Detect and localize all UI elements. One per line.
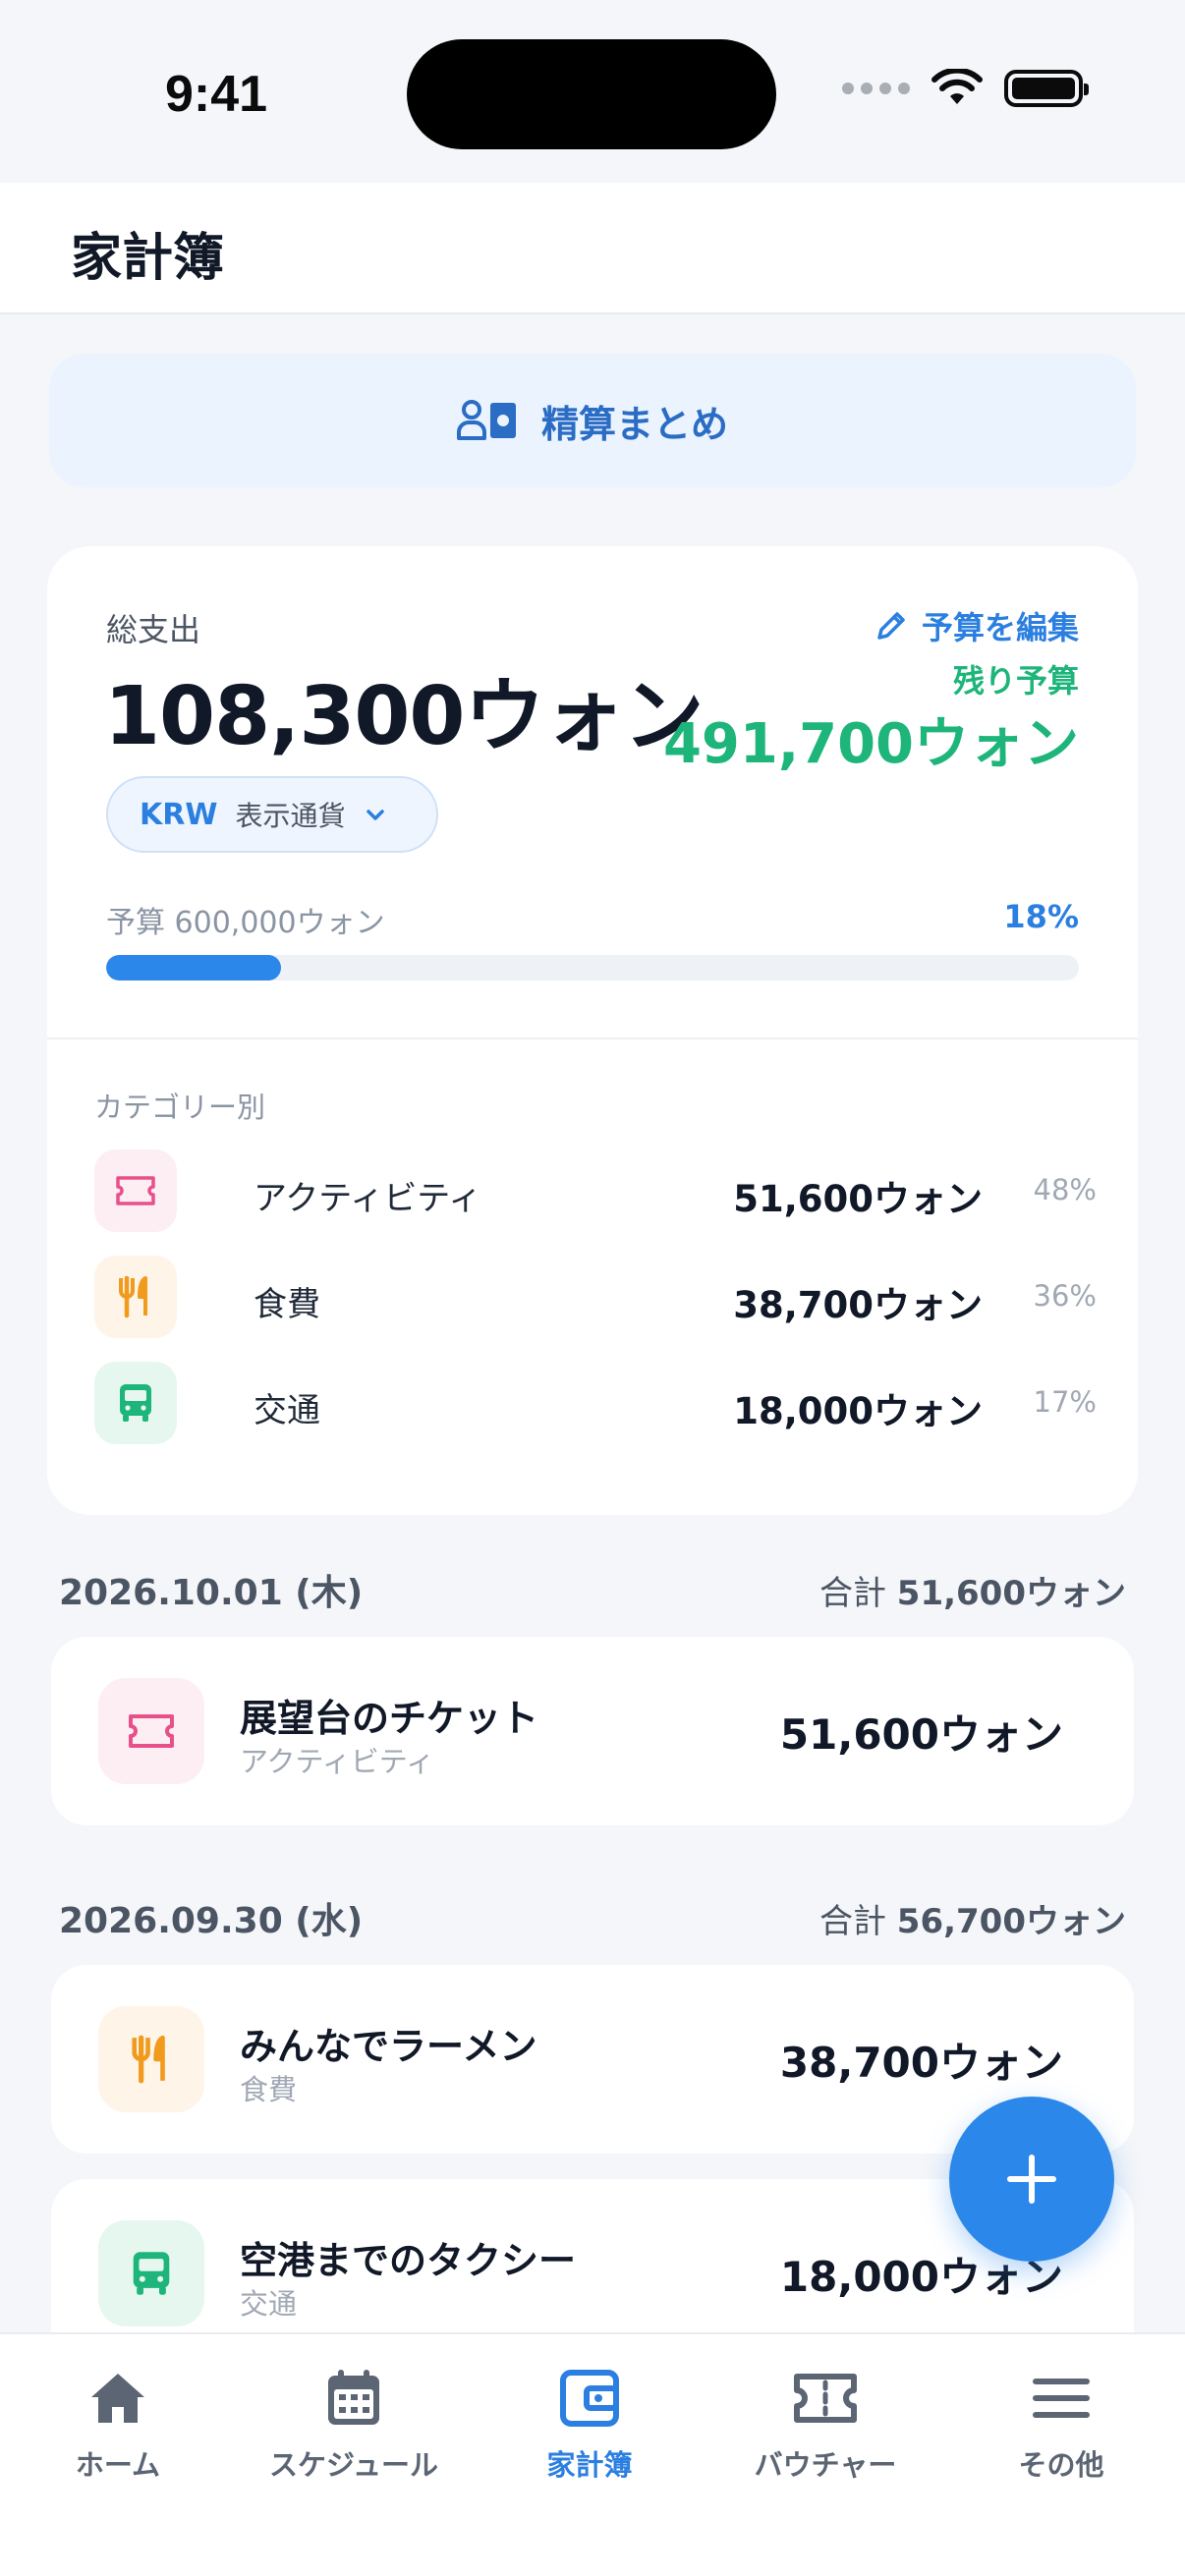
fork-knife-icon [94, 1256, 177, 1338]
edit-budget-button[interactable]: 予算を編集 [875, 603, 1079, 648]
tab-label: バウチャー [754, 2448, 897, 2482]
edit-budget-label: 予算を編集 [921, 609, 1079, 646]
category-name: 食費 [254, 1285, 320, 1324]
people-money-icon [456, 400, 516, 440]
day-total-value: 51,600ウォン [896, 1574, 1126, 1613]
category-name: アクティビティ [254, 1179, 482, 1218]
transaction-category: 交通 [240, 2287, 298, 2321]
settlement-summary-button[interactable]: 精算まとめ [49, 354, 1136, 487]
day-total: 合計 56,700ウォン [819, 1894, 1126, 1942]
budget-summary-card: 総支出 108,300ウォン 予算を編集 残り予算 491,700ウォン KRW… [47, 546, 1138, 1515]
budget-total-label: 予算 600,000ウォン [106, 906, 385, 940]
budget-percent: 18% [1003, 898, 1079, 935]
tab-budget[interactable]: 家計簿 [472, 2364, 707, 2484]
category-amount: 51,600ウォン [733, 1178, 983, 1220]
currency-code: KRW [140, 797, 218, 832]
remaining-budget-label: 残り予算 [952, 662, 1079, 700]
day-total-value: 56,700ウォン [896, 1902, 1126, 1941]
battery-icon [1004, 70, 1089, 107]
transaction-amount: 51,600ウォン [779, 1710, 1063, 1759]
display-currency-select[interactable]: KRW 表示通貨 [106, 776, 438, 853]
app-header: 家計簿 [0, 183, 1185, 314]
budget-progress-bar [106, 955, 1079, 980]
category-heading: カテゴリー別 [94, 1091, 266, 1124]
divider [47, 1037, 1138, 1039]
day-total-prefix: 合計 [818, 1902, 886, 1941]
day-date: 2026.09.30 (水) [59, 1901, 364, 1941]
category-percent: 48% [1033, 1173, 1097, 1206]
ticket-icon [94, 1149, 177, 1232]
category-amount: 18,000ウォン [733, 1390, 983, 1432]
day-total: 合計 51,600ウォン [819, 1566, 1126, 1614]
dynamic-island [407, 39, 776, 149]
fork-knife-icon [98, 2006, 204, 2112]
wifi-icon [931, 69, 983, 104]
category-row-food: 食費 38,700ウォン 36% [94, 1256, 1097, 1340]
day-total-prefix: 合計 [818, 1574, 886, 1613]
category-percent: 17% [1033, 1385, 1097, 1419]
calendar-icon [236, 2364, 472, 2433]
status-bar: 9:41 [0, 0, 1185, 183]
settlement-summary-label: 精算まとめ [540, 402, 728, 446]
voucher-icon [707, 2364, 943, 2433]
total-spending-value: 108,300ウォン [104, 670, 704, 763]
bus-icon [94, 1362, 177, 1444]
transaction-title: 展望台のチケット [240, 1697, 539, 1740]
tab-more[interactable]: その他 [943, 2364, 1179, 2484]
day-date: 2026.10.01 (木) [59, 1573, 364, 1613]
transaction-title: みんなでラーメン [240, 2025, 537, 2068]
menu-icon [943, 2364, 1179, 2433]
status-indicators [842, 69, 1089, 108]
category-name: 交通 [254, 1391, 320, 1430]
category-percent: 36% [1033, 1279, 1097, 1313]
tab-schedule[interactable]: スケジュール [236, 2364, 472, 2484]
currency-label: 表示通貨 [235, 800, 346, 832]
chevron-down-icon [367, 810, 385, 820]
category-row-transport: 交通 18,000ウォン 17% [94, 1362, 1097, 1446]
pencil-icon [877, 612, 905, 640]
remaining-budget-value: 491,700ウォン [662, 712, 1079, 776]
add-expense-button[interactable] [949, 2097, 1114, 2262]
category-row-activity: アクティビティ 51,600ウォン 48% [94, 1149, 1097, 1234]
total-spending-label: 総支出 [106, 611, 201, 648]
transaction-category: 食費 [240, 2073, 298, 2106]
status-time: 9:41 [165, 66, 268, 123]
transaction-item[interactable]: 展望台のチケット アクティビティ 51,600ウォン [51, 1637, 1134, 1825]
tab-voucher[interactable]: バウチャー [707, 2364, 943, 2484]
bottom-tab-bar: ホーム スケジュール 家計簿 バウチャー その他 [0, 2332, 1185, 2576]
home-icon [0, 2364, 236, 2433]
category-amount: 38,700ウォン [733, 1284, 983, 1326]
signal-icon [842, 83, 910, 94]
transaction-title: 空港までのタクシー [240, 2239, 577, 2282]
bus-icon [98, 2220, 204, 2326]
tab-label: ホーム [75, 2448, 161, 2482]
tab-label: その他 [1018, 2448, 1104, 2482]
transaction-category: アクティビティ [240, 1745, 435, 1778]
ticket-icon [98, 1678, 204, 1784]
tab-home[interactable]: ホーム [0, 2364, 236, 2484]
tab-label: スケジュール [269, 2448, 438, 2482]
budget-progress-fill [106, 955, 282, 980]
day-header: 2026.10.01 (木) 合計 51,600ウォン [59, 1564, 1126, 1613]
wallet-icon [472, 2364, 707, 2433]
plus-icon [1007, 2155, 1056, 2204]
day-header: 2026.09.30 (水) 合計 56,700ウォン [59, 1892, 1126, 1941]
tab-label: 家計簿 [546, 2448, 633, 2482]
transaction-amount: 38,700ウォン [779, 2039, 1063, 2087]
page-title: 家計簿 [71, 229, 225, 288]
